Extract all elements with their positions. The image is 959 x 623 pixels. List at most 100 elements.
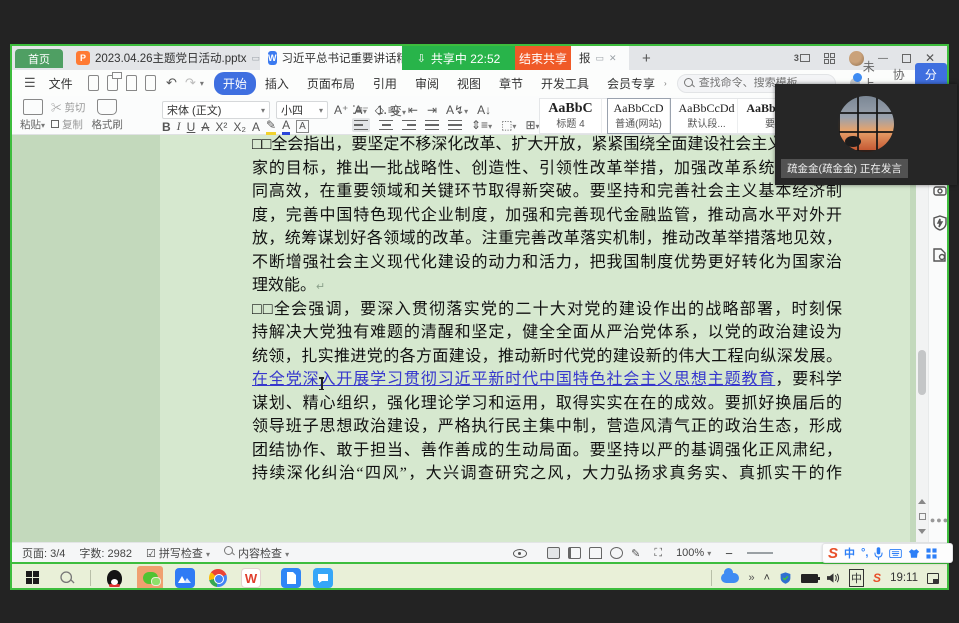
sogou-logo-icon[interactable]: S [828,545,838,562]
ribbon-tab-review[interactable]: 审阅 [406,72,448,95]
web-view-icon[interactable] [610,547,623,559]
style-heading4[interactable]: AaBbC 标题 4 [540,99,602,133]
edit-pen-icon[interactable]: ✎ [631,547,640,560]
hidden-icons-chevron[interactable]: ˄ [764,572,770,584]
ribbon-tab-references[interactable]: 引用 [364,72,406,95]
ribbon-tab-devtools[interactable]: 开发工具 [532,72,598,95]
font-name-select[interactable]: 宋体 (正文)▾ [162,101,270,119]
ime-toolbox-icon[interactable] [926,548,937,559]
zoom-level[interactable]: 100% ▾ [676,547,711,559]
cut-button[interactable]: ✂ 剪切 [51,100,85,115]
new-tab-button[interactable]: + [634,46,659,70]
undo-icon[interactable]: ↶ [162,75,181,91]
scroll-down-icon[interactable] [918,529,926,534]
scrollbar-thumb[interactable] [918,350,926,395]
redo-icon[interactable]: ↷ [181,75,200,91]
highlight-color-button[interactable]: ✎ [266,118,276,135]
ribbon-tab-home[interactable]: 开始 [214,72,256,95]
format-painter-button[interactable]: 格式刷 [91,99,123,132]
align-left-button[interactable] [352,118,370,132]
spellcheck-toggle[interactable]: ☑ 拼写检查 ▾ [146,545,210,561]
scroll-up-icon[interactable] [918,499,926,504]
read-view-icon[interactable] [589,547,602,559]
document-search-icon[interactable] [932,247,947,263]
decrease-indent-icon[interactable]: ⇤ [408,103,418,117]
character-border-button[interactable]: A [296,120,309,133]
battery-icon[interactable] [801,574,818,583]
cloud-tray-icon[interactable] [721,573,739,583]
speaker-icon[interactable] [827,572,840,584]
ime-indicator[interactable]: 中 [849,569,864,587]
ribbon-tab-member[interactable]: 会员专享 [598,72,664,95]
chat-app-icon[interactable] [313,568,333,588]
align-distribute-button[interactable] [448,120,462,130]
cjk-layout-icon[interactable]: A↯▾ [446,103,468,117]
font-size-select[interactable]: 小四▾ [276,101,328,119]
tray-overflow-icon[interactable]: » [748,572,754,584]
eye-protect-icon[interactable] [513,549,527,558]
window-switch-icon[interactable]: 3 [794,53,810,63]
ribbon-tab-view[interactable]: 视图 [448,72,490,95]
ime-mode-chinese[interactable]: 中 [844,545,855,561]
save-icon[interactable] [88,75,99,91]
end-share-button[interactable]: 结束共享 [515,46,571,70]
ime-punctuation-icon[interactable]: °, [861,547,868,559]
ime-keyboard-icon[interactable] [889,549,902,558]
theme-education-hyperlink[interactable]: 在全党深入开展学习贯彻习近平新时代中国特色社会主义思想主题教育 [252,371,775,388]
outline-view-icon[interactable] [568,547,581,559]
superscript-button[interactable]: X² [215,120,227,134]
bullet-list-icon[interactable]: ⁚≡▾ [352,103,367,117]
chrome-app-icon[interactable] [207,567,229,589]
grow-font-button[interactable]: A⁺ [334,103,348,117]
ribbon-tab-section[interactable]: 章节 [490,72,532,95]
hamburger-icon[interactable]: ☰ [20,75,40,91]
tab-home[interactable]: 首页 [15,49,63,68]
sort-icon[interactable]: A↓ [477,103,491,117]
tab-word-document[interactable]: W 习近平总书记重要讲话精神学习 [260,46,402,70]
numbered-list-icon[interactable]: ⒈≡▾ [376,101,399,118]
font-color-button[interactable]: A [282,118,290,135]
copy-button[interactable]: 复制 [51,117,85,132]
subscript-button[interactable]: X₂ [233,120,246,134]
assistant-tool-icon[interactable] [932,183,947,199]
menu-file[interactable]: 文件 [40,72,82,95]
sogou-tray-icon[interactable]: S [873,571,881,585]
strikethrough-button[interactable]: A [201,120,209,134]
italic-button[interactable]: I [177,119,181,134]
qq-app-icon[interactable] [103,567,125,589]
bold-button[interactable]: B [162,120,171,134]
borders-icon[interactable]: ⊞▾ [525,118,539,132]
ribbon-tab-layout[interactable]: 页面布局 [298,72,364,95]
sidebar-more-icon[interactable]: ●●● [928,515,947,525]
fit-page-icon[interactable]: ⛶ [654,547,662,560]
ime-mic-icon[interactable] [874,547,883,560]
style-default-para[interactable]: AaBbCcDd 默认段... [676,99,738,133]
restore-button[interactable] [902,54,911,63]
print-preview-icon[interactable] [145,75,156,91]
align-justify-button[interactable] [425,120,439,130]
ime-skin-icon[interactable] [908,548,920,559]
export-icon[interactable] [107,75,118,91]
taskbar-search-icon[interactable] [56,567,78,589]
paste-button[interactable]: 粘贴▾ [20,99,45,132]
align-right-button[interactable] [402,120,416,130]
shading-icon[interactable]: ⬚▾ [501,118,516,132]
notification-center-icon[interactable] [927,573,939,584]
document-canvas[interactable]: □□全会指出，要坚定不移深化改革、扩大开放，紧紧围绕全面建设社会主义现代化国 家… [12,135,947,542]
select-browse-object-icon[interactable] [919,513,926,520]
content-check-toggle[interactable]: 内容检查 ▾ [224,545,289,561]
vertical-scrollbar[interactable] [916,135,928,542]
security-tray-icon[interactable] [779,571,792,585]
wps-app-icon[interactable]: W [241,568,261,588]
document-text[interactable]: □□全会指出，要坚定不移深化改革、扩大开放，紧紧围绕全面建设社会主义现代化国 家… [252,135,842,483]
tab-ppt-comment-icon[interactable]: ▭ [252,53,261,64]
style-normal-web[interactable]: AaBbCcD 普通(网站) [608,99,670,133]
underline-button[interactable]: U [187,120,196,134]
tab-ppt-document[interactable]: P 2023.04.26主题党日活动.pptx ▭ • [68,46,276,70]
tab-pin-icon[interactable]: ▭ [596,53,605,64]
zoom-slider[interactable] [747,552,773,554]
wechat-app-icon[interactable] [137,566,163,590]
zoom-out-button[interactable]: − [725,546,733,561]
shield-bolt-icon[interactable] [932,215,947,231]
print-icon[interactable] [126,75,137,91]
